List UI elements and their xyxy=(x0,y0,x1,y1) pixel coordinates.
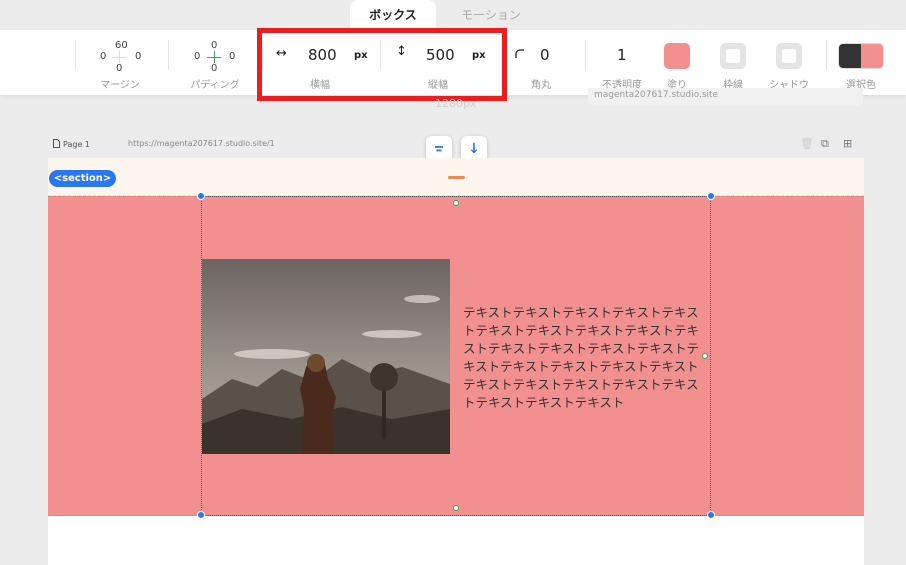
tab-motion[interactable]: モーション xyxy=(436,0,546,28)
padding-bottom-value[interactable]: 0 xyxy=(211,63,217,74)
canvas-width-ruler: 1280px xyxy=(435,97,477,110)
padding-cross-v xyxy=(214,51,215,63)
site-url-hint: magenta207617.studio.site xyxy=(588,88,863,106)
fill-color-swatch[interactable] xyxy=(664,43,690,69)
divider xyxy=(826,40,827,70)
trash-icon[interactable]: 🗑 xyxy=(800,137,814,150)
radius-input[interactable]: 0 xyxy=(540,46,550,64)
border-button[interactable] xyxy=(720,43,746,69)
panel-tabs: ボックス モーション xyxy=(350,0,546,28)
page-bar: Page 1 https://magenta207617.studio.site… xyxy=(48,137,864,153)
divider xyxy=(168,40,169,70)
padding-handle-bottom[interactable] xyxy=(453,505,459,511)
padding-handle-top[interactable] xyxy=(453,200,459,206)
shadow-swatch-icon xyxy=(782,49,796,63)
selection-color-swatch[interactable] xyxy=(838,43,884,69)
resize-handle-bottom-right[interactable] xyxy=(707,511,715,519)
resize-handle-bottom-left[interactable] xyxy=(197,511,205,519)
radius-label: 角丸 xyxy=(531,80,551,91)
divider xyxy=(585,40,586,70)
margin-top-value[interactable]: 60 xyxy=(115,40,128,51)
tab-box[interactable]: ボックス xyxy=(350,0,436,28)
page-name[interactable]: Page 1 xyxy=(53,139,90,149)
margin-right-value[interactable]: 0 xyxy=(135,51,141,62)
body-text[interactable]: テキストテキストテキストテキストテキストテキストテキストテキストテキストテキスト… xyxy=(463,304,708,412)
padding-label: パディング xyxy=(190,80,240,91)
shadow-button[interactable] xyxy=(776,43,802,69)
resize-handle-top-left[interactable] xyxy=(197,192,205,200)
section-tag-label[interactable]: <section> xyxy=(49,170,116,187)
divider xyxy=(75,40,76,70)
drag-handle[interactable] xyxy=(448,176,465,179)
add-page-icon[interactable]: ⊞ xyxy=(843,137,852,150)
border-swatch-icon xyxy=(726,49,740,63)
opacity-input[interactable]: 1 xyxy=(617,46,627,64)
padding-top-value[interactable]: 0 xyxy=(211,40,217,51)
padding-right-value[interactable]: 0 xyxy=(229,51,235,62)
page-name-label: Page 1 xyxy=(63,140,90,149)
margin-label: マージン xyxy=(100,80,140,91)
highlight-annotation-box xyxy=(257,28,507,101)
selection-color-dark xyxy=(839,44,861,68)
corner-radius-icon xyxy=(515,48,525,63)
padding-left-value[interactable]: 0 xyxy=(194,51,200,62)
page-icon xyxy=(53,139,60,148)
page-url[interactable]: https://magenta207617.studio.site/1 xyxy=(128,139,275,148)
duplicate-icon[interactable]: ⧉ xyxy=(821,137,829,151)
content-image[interactable] xyxy=(202,259,450,454)
margin-cross-v xyxy=(119,51,120,63)
selection-color-pink xyxy=(861,44,883,68)
margin-bottom-value[interactable]: 0 xyxy=(116,63,122,74)
resize-handle-top-right[interactable] xyxy=(707,192,715,200)
margin-left-value[interactable]: 0 xyxy=(100,51,106,62)
